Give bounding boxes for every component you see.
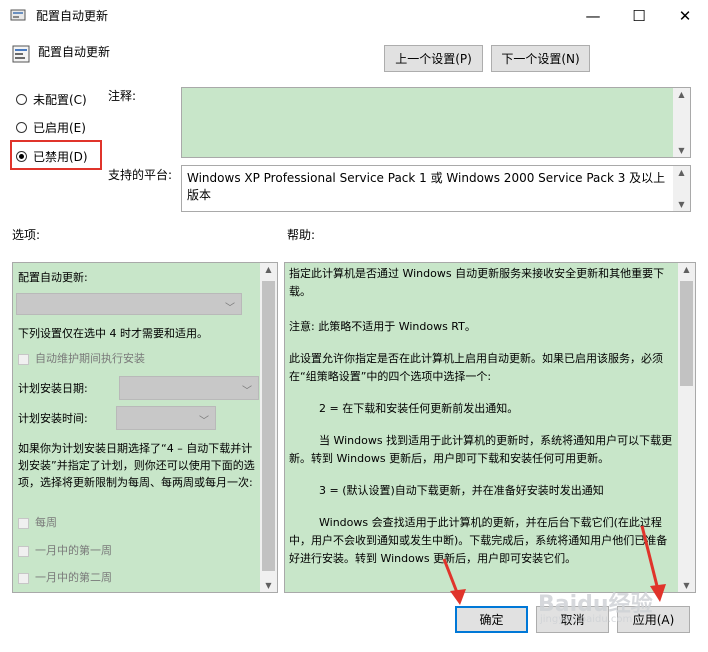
radio-label: 未配置(C) [33,93,87,107]
watermark-url: jingyan.baidu.com [540,614,633,625]
help-text: 指定此计算机是否通过 Windows 自动更新服务来接收安全更新和其他重要下载。… [289,265,675,568]
scroll-up-icon[interactable]: ▲ [678,265,695,274]
platform-field: Windows XP Professional Service Pack 1 或… [181,165,691,212]
help-paragraph: 2 = 在下载和安装任何更新前发出通知。 [319,402,519,415]
scroll-up-icon[interactable]: ▲ [673,90,690,99]
help-label: 帮助: [287,228,316,242]
checkbox[interactable] [18,353,29,365]
maintenance-install-checkbox[interactable]: 自动维护期间执行安装 [18,350,145,366]
comment-label: 注释: [108,89,137,103]
help-paragraph: 注意: 此策略不适用于 Windows RT。 [289,320,476,333]
schedule-paragraph: 如果你为计划安装日期选择了“4 – 自动下载并计划安装”并指定了计划，则你还可以… [18,442,255,489]
previous-setting-button[interactable]: 上一个设置(P) [384,45,483,72]
window-title: 配置自动更新 [36,9,109,23]
radio-label: 已启用(E) [33,121,86,135]
checkbox-label: 一月中的第一周 [35,544,112,557]
checkbox[interactable] [18,517,29,529]
first-week-checkbox[interactable]: 一月中的第一周 [18,542,112,558]
checkbox-label: 每周 [35,516,57,529]
help-paragraph: 此设置允许你指定是否在此计算机上启用自动更新。如果已启用该服务，必须在“组策略设… [289,352,663,383]
options-panel: 配置自动更新: ﹀ 下列设置仅在选中 4 时才需要和适用。 自动维护期间执行安装… [12,262,278,593]
close-icon: ✕ [678,6,692,25]
minimize-button[interactable]: — [570,0,616,31]
options-scrollbar[interactable]: ▲ ▼ [260,263,277,592]
scroll-up-icon[interactable]: ▲ [260,265,277,274]
next-setting-button[interactable]: 下一个设置(N) [491,45,590,72]
scroll-down-icon[interactable]: ▼ [673,200,690,209]
platform-label: 支持的平台: [108,168,173,182]
policy-setting-icon [12,45,30,63]
radio-circle-selected[interactable] [16,151,27,162]
checkbox[interactable] [18,545,29,557]
help-panel: 指定此计算机是否通过 Windows 自动更新服务来接收安全更新和其他重要下载。… [284,262,696,593]
scroll-thumb[interactable] [262,281,275,571]
platform-scrollbar[interactable]: ▲ ▼ [673,166,690,211]
radio-not-configured[interactable]: 未配置(C) [16,91,87,108]
checkbox-label: 自动维护期间执行安装 [35,352,145,365]
help-scrollbar[interactable]: ▲ ▼ [678,263,695,592]
second-week-checkbox[interactable]: 一月中的第二周 [18,569,112,585]
options-title: 配置自动更新: [18,271,88,284]
install-time-label: 计划安装时间: [18,412,88,425]
options-label: 选项: [12,228,41,242]
scroll-down-icon[interactable]: ▼ [678,581,695,590]
help-paragraph: 指定此计算机是否通过 Windows 自动更新服务来接收安全更新和其他重要下载。 [289,267,665,298]
chevron-down-icon: ﹀ [242,386,252,397]
help-paragraph: Windows 会查找适用于此计算机的更新，并在后台下载它们(在此过程中，用户不… [289,516,668,565]
radio-circle[interactable] [16,94,27,105]
install-day-select[interactable]: ﹀ [119,376,259,400]
chevron-down-icon: ﹀ [199,416,209,427]
radio-enabled[interactable]: 已启用(E) [16,119,86,136]
scroll-down-icon[interactable]: ▼ [673,146,690,155]
scroll-down-icon[interactable]: ▼ [260,581,277,590]
title-bar: 配置自动更新 — ☐ ✕ [0,0,708,31]
install-time-select[interactable]: ﹀ [116,406,216,430]
minimize-icon: — [585,6,601,25]
scroll-thumb[interactable] [680,281,693,386]
maximize-icon: ☐ [632,6,646,25]
ok-button[interactable]: 确定 [455,606,528,633]
auto-update-mode-select[interactable]: ﹀ [16,293,242,315]
weekly-checkbox[interactable]: 每周 [18,514,57,530]
platform-text: Windows XP Professional Service Pack 1 或… [187,171,666,202]
red-arrow-icon [442,558,466,605]
checkbox-label: 一月中的第二周 [35,571,112,584]
help-paragraph: 当 Windows 找到适用于此计算机的更新时，系统将通知用户可以下载更新。转到… [289,434,673,465]
policy-window-icon [10,9,26,21]
scroll-up-icon[interactable]: ▲ [673,168,690,177]
help-paragraph: 3 = (默认设置)自动下载更新，并在准备好安装时发出通知 [319,484,604,497]
radio-label: 已禁用(D) [33,150,88,164]
checkbox[interactable] [18,572,29,584]
install-day-label: 计划安装日期: [18,382,88,395]
radio-disabled[interactable]: 已禁用(D) [16,148,88,165]
comment-scrollbar[interactable]: ▲ ▼ [673,88,690,157]
comment-field[interactable]: ▲ ▼ [181,87,691,158]
options-note: 下列设置仅在选中 4 时才需要和适用。 [18,327,208,340]
close-button[interactable]: ✕ [662,0,708,31]
maximize-button[interactable]: ☐ [616,0,662,31]
policy-name: 配置自动更新 [38,45,111,59]
chevron-down-icon: ﹀ [225,303,235,314]
radio-circle[interactable] [16,122,27,133]
